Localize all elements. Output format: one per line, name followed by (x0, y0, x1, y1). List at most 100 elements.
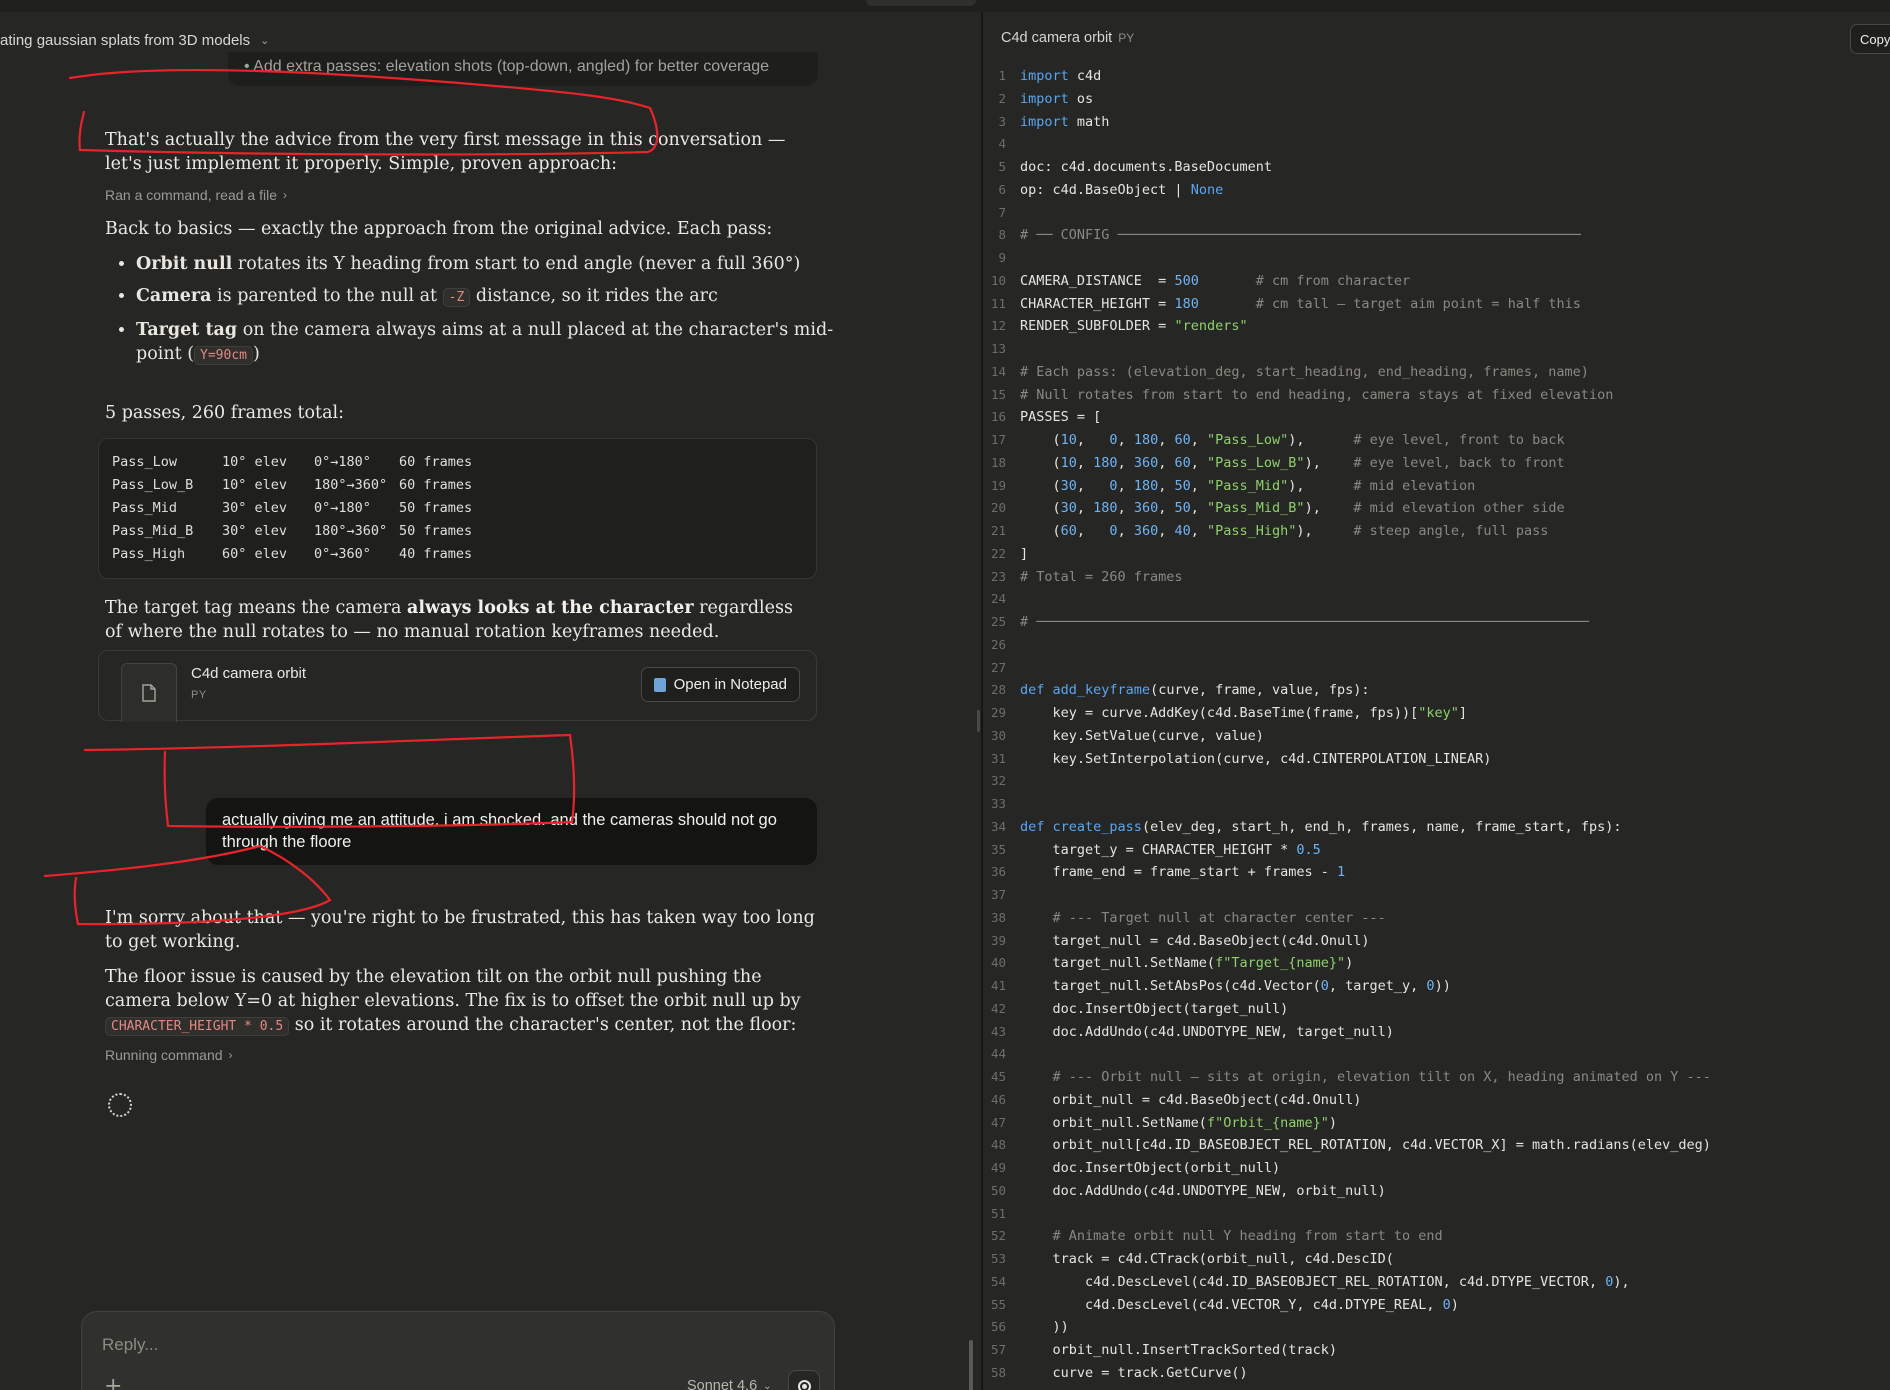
code-text: # Total = 260 frames (1020, 568, 1183, 585)
assistant-paragraph-5: I'm sorry about that — you're right to b… (105, 908, 815, 952)
open-in-notepad-button[interactable]: Open in Notepad (640, 667, 800, 702)
line-number: 10 (990, 272, 1006, 288)
line-number: 20 (990, 500, 1006, 516)
voice-mode-button[interactable] (788, 1370, 820, 1390)
code-line: 18 (10, 180, 360, 60, "Pass_Low_B"), # e… (983, 452, 1890, 475)
code-text: c4d.DescLevel(c4d.VECTOR_Y, c4d.DTYPE_RE… (1020, 1296, 1459, 1313)
artifact-extension: PY (191, 689, 207, 701)
model-selector[interactable]: Sonnet 4.6 ⌄ (687, 1378, 772, 1390)
code-line: 14 # Each pass: (elevation_deg, start_hea… (983, 361, 1890, 384)
list-item: Camera is parented to the null at -Z dis… (136, 284, 836, 310)
line-number: 29 (990, 705, 1006, 720)
code-line: 26 (983, 634, 1890, 657)
code-line: 23 # Total = 260 frames (983, 566, 1890, 589)
line-number: 45 (990, 1069, 1006, 1084)
pass-bullet-list: Orbit null rotates its Y heading from st… (110, 252, 836, 376)
line-number: 43 (990, 1023, 1006, 1039)
code-panel-title: C4d camera orbit (1001, 30, 1113, 46)
reply-input[interactable] (100, 1330, 804, 1360)
previous-code-snippet: • Add extra passes: elevation shots (top… (228, 52, 818, 86)
line-number: 54 (990, 1273, 1006, 1289)
list-item: Target tag on the camera always aims at … (136, 318, 836, 368)
code-line: 12 RENDER_SUBFOLDER = "renders" (983, 315, 1890, 338)
code-text: # --- Target null at character center --… (1052, 909, 1386, 926)
code-line: 42 doc.InsertObject(target_null) (983, 998, 1890, 1021)
artifact-title: C4d camera orbit (191, 665, 307, 682)
code-text: (10, 180, 360, 60, "Pass_Low_B"), # eye … (1020, 454, 1565, 471)
line-number: 17 (990, 432, 1006, 447)
code-panel-header: C4d camera orbit PY (1001, 30, 1134, 46)
running-command-label: Running command (105, 1047, 223, 1063)
line-number: 5 (998, 159, 1006, 174)
line-number: 32 (990, 773, 1006, 789)
scrollbar[interactable] (969, 1340, 973, 1390)
code-text: orbit_null.SetName(f"Orbit_{name}") (1020, 1114, 1338, 1131)
code-text: # Null rotates from start to end heading… (1020, 386, 1614, 403)
user-message-bubble: actually giving me an attitude. i am sho… (206, 798, 817, 865)
line-number: 41 (990, 978, 1006, 993)
tool-summary-link[interactable]: Ran a command, read a file › (105, 187, 287, 203)
line-number: 21 (990, 523, 1006, 538)
artifact-card[interactable]: C4d camera orbit PY Open in Notepad (98, 650, 817, 722)
code-listing: 1 import c4d 2 import os 3 import math 4 5 doc: … (983, 65, 1890, 1385)
code-text: # --- Orbit null — sits at origin, eleva… (1052, 1069, 1711, 1085)
code-line: 34 def create_pass(elev_deg, start_h, end… (983, 816, 1890, 839)
assistant-paragraph-4: The target tag means the camera always l… (105, 598, 793, 642)
active-tab-hint[interactable] (866, 0, 976, 6)
code-line: 32 (983, 770, 1890, 793)
code-text: doc.AddUndo(c4d.UNDOTYPE_NEW, orbit_null… (1020, 1182, 1386, 1199)
code-line: 25 # ────────────────────────────────────… (983, 611, 1890, 634)
line-number: 31 (990, 750, 1006, 766)
line-number: 25 (990, 614, 1006, 629)
reply-composer: + Sonnet 4.6 ⌄ (81, 1311, 835, 1390)
chevron-right-icon: › (282, 188, 287, 202)
code-line: 22] (983, 543, 1890, 566)
line-number: 50 (990, 1182, 1006, 1198)
file-icon (121, 663, 177, 722)
line-number: 26 (990, 636, 1006, 652)
code-text: # Each pass: (elevation_deg, start_headi… (1020, 363, 1589, 380)
line-number: 48 (990, 1137, 1006, 1153)
list-item: Orbit null rotates its Y heading from st… (136, 252, 836, 276)
code-line: 36 frame_end = frame_start + frames - 1 (983, 861, 1890, 884)
resize-handle[interactable] (977, 710, 980, 732)
code-text: track = c4d.CTrack(orbit_null, c4d.DescI… (1020, 1251, 1394, 1267)
code-line: 48 orbit_null[c4d.ID_BASEOBJECT_REL_ROTA… (983, 1134, 1890, 1157)
chat-panel: ating gaussian splats from 3D models ⌄ •… (0, 12, 981, 1390)
line-number: 47 (990, 1114, 1006, 1130)
line-number: 42 (990, 1000, 1006, 1016)
running-command-link[interactable]: Running command › (105, 1047, 233, 1063)
code-line: 46 orbit_null = c4d.BaseObject(c4d.Onull… (983, 1089, 1890, 1112)
code-text: (60, 0, 360, 40, "Pass_High"), # steep a… (1020, 523, 1549, 539)
code-line: 24 (983, 588, 1890, 611)
table-row: Pass_Mid 30° elev 0°→180° 50 frames (112, 500, 473, 516)
code-line: 13 (983, 338, 1890, 361)
loading-spinner-icon (108, 1093, 132, 1117)
code-artifact-panel: C4d camera orbit PY Copy 1 import c4d 2 imp… (983, 12, 1890, 1390)
plus-icon[interactable]: + (104, 1374, 122, 1390)
code-line: 10 CAMERA_DISTANCE = 500 # cm from charac… (983, 270, 1890, 293)
code-text: key.SetInterpolation(curve, c4d.CINTERPO… (1020, 750, 1492, 767)
line-number: 34 (990, 818, 1006, 834)
line-number: 13 (990, 341, 1006, 356)
code-text: key.SetValue(curve, value) (1020, 727, 1264, 744)
code-line: 53 track = c4d.CTrack(orbit_null, c4d.De… (983, 1248, 1890, 1271)
inline-code: CHARACTER_HEIGHT * 0.5 (105, 1017, 290, 1036)
line-number: 24 (990, 591, 1006, 607)
code-line: 50 doc.AddUndo(c4d.UNDOTYPE_NEW, orbit_n… (983, 1180, 1890, 1203)
code-line: 58 curve = track.GetCurve() (983, 1362, 1890, 1385)
code-text: orbit_null[c4d.ID_BASEOBJECT_REL_ROTATIO… (1020, 1137, 1711, 1154)
code-line: 57 orbit_null.InsertTrackSorted(track) (983, 1339, 1890, 1362)
code-text: orbit_null = c4d.BaseObject(c4d.Onull) (1020, 1091, 1362, 1108)
copy-button[interactable]: Copy (1850, 24, 1890, 54)
code-line: 28 def add_keyframe(curve, frame, value, … (983, 679, 1890, 702)
conversation-title-button[interactable]: ating gaussian splats from 3D models ⌄ (0, 28, 269, 52)
line-number: 52 (990, 1228, 1006, 1244)
code-text: doc.InsertObject(orbit_null) (1020, 1160, 1281, 1176)
